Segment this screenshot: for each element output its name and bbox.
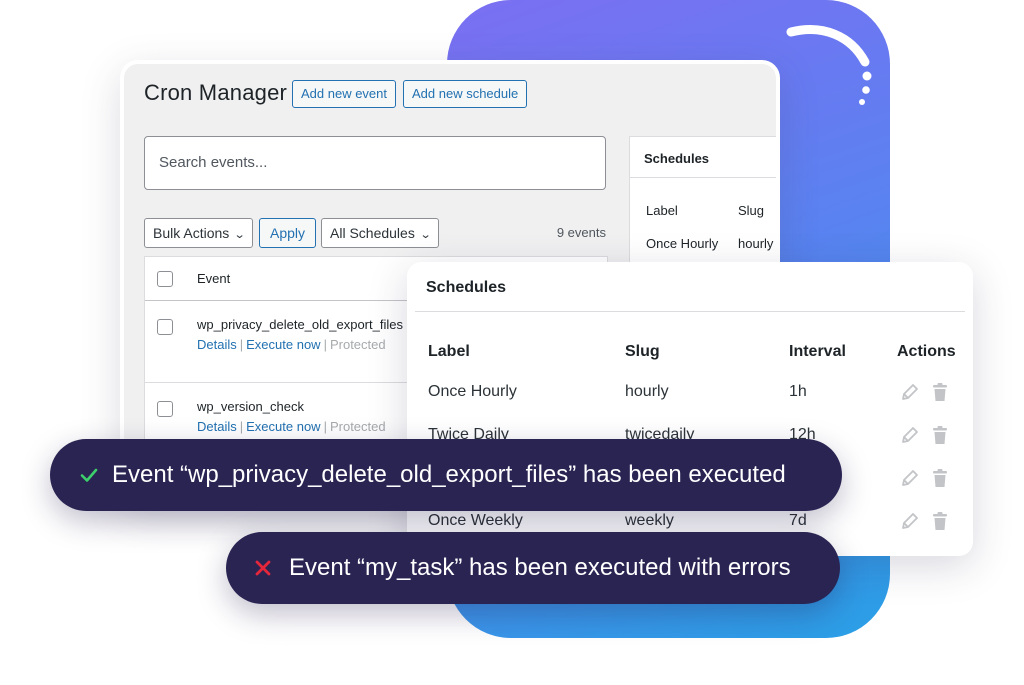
success-notification: Event “wp_privacy_delete_old_export_file… — [50, 439, 842, 511]
execute-now-link[interactable]: Execute now — [246, 337, 320, 352]
row-checkbox[interactable] — [157, 401, 173, 417]
details-link[interactable]: Details — [197, 419, 237, 434]
check-icon — [80, 468, 98, 482]
separator: | — [239, 419, 244, 434]
select-all-checkbox[interactable] — [157, 271, 173, 287]
side-col-label: Label — [646, 203, 678, 218]
schedule-interval: 7d — [789, 512, 807, 529]
loading-arc-icon — [786, 25, 872, 105]
schedule-interval: 1h — [789, 383, 807, 400]
pencil-icon[interactable] — [899, 381, 921, 403]
schedule-slug: weekly — [625, 512, 674, 529]
schedule-slug: hourly — [625, 383, 669, 400]
schedule-label: Once Weekly — [428, 512, 523, 529]
divider — [415, 311, 965, 312]
row-actions: Details | Execute now | Protected — [197, 419, 386, 434]
side-col-slug: Slug — [738, 203, 765, 218]
row-actions: Details | Execute now | Protected — [197, 337, 386, 352]
bulk-actions-label: Bulk Actions — [153, 225, 230, 241]
error-message: Event “my_task” has been executed with e… — [289, 554, 791, 581]
schedules-card: Schedules Label Slug Interval Actions On… — [407, 262, 973, 556]
separator: | — [323, 337, 327, 352]
protected-label: Protected — [329, 419, 386, 434]
schedules-title: Schedules — [426, 279, 507, 296]
schedule-filter-select[interactable]: All Schedules ⌄ — [321, 218, 440, 248]
apply-button[interactable]: Apply — [259, 218, 317, 248]
column-actions: Actions — [897, 343, 956, 360]
event-name: wp_version_check — [197, 399, 304, 414]
side-schedules-title: Schedules — [644, 151, 710, 166]
events-count: 9 events — [556, 225, 606, 240]
search-input[interactable]: Search events... — [144, 136, 606, 190]
side-row-label: Once Hourly — [646, 236, 719, 251]
chevron-down-icon: ⌄ — [233, 229, 246, 241]
error-notification: Event “my_task” has been executed with e… — [226, 532, 840, 604]
column-event: Event — [197, 271, 231, 286]
separator: | — [323, 419, 327, 434]
separator: | — [239, 337, 244, 352]
side-row-slug: hourly — [738, 236, 774, 251]
execute-now-link[interactable]: Execute now — [246, 419, 320, 434]
bulk-actions-select[interactable]: Bulk Actions ⌄ — [144, 218, 254, 248]
pencil-icon[interactable] — [899, 467, 921, 489]
trash-icon[interactable] — [929, 424, 951, 446]
details-link[interactable]: Details — [197, 337, 237, 352]
pencil-icon[interactable] — [899, 510, 921, 532]
row-checkbox[interactable] — [157, 319, 173, 335]
success-message: Event “wp_privacy_delete_old_export_file… — [112, 461, 786, 488]
trash-icon[interactable] — [929, 510, 951, 532]
schedule-filter-label: All Schedules — [330, 225, 415, 241]
divider — [630, 177, 776, 178]
page-title: Cron Manager — [144, 80, 288, 105]
pencil-icon[interactable] — [899, 424, 921, 446]
cross-icon — [255, 560, 271, 576]
schedule-label: Once Hourly — [428, 383, 517, 400]
column-interval: Interval — [789, 343, 846, 360]
side-schedules-panel: Schedules Label Slug Once Hourly hourly — [629, 136, 776, 266]
chevron-down-icon: ⌄ — [419, 229, 432, 241]
trash-icon[interactable] — [929, 467, 951, 489]
add-new-schedule-button[interactable]: Add new schedule — [403, 80, 528, 108]
protected-label: Protected — [329, 337, 386, 352]
column-label: Label — [428, 343, 470, 360]
event-name: wp_privacy_delete_old_export_files — [197, 317, 403, 332]
trash-icon[interactable] — [929, 381, 951, 403]
column-slug: Slug — [625, 343, 660, 360]
add-new-event-button[interactable]: Add new event — [292, 80, 397, 108]
